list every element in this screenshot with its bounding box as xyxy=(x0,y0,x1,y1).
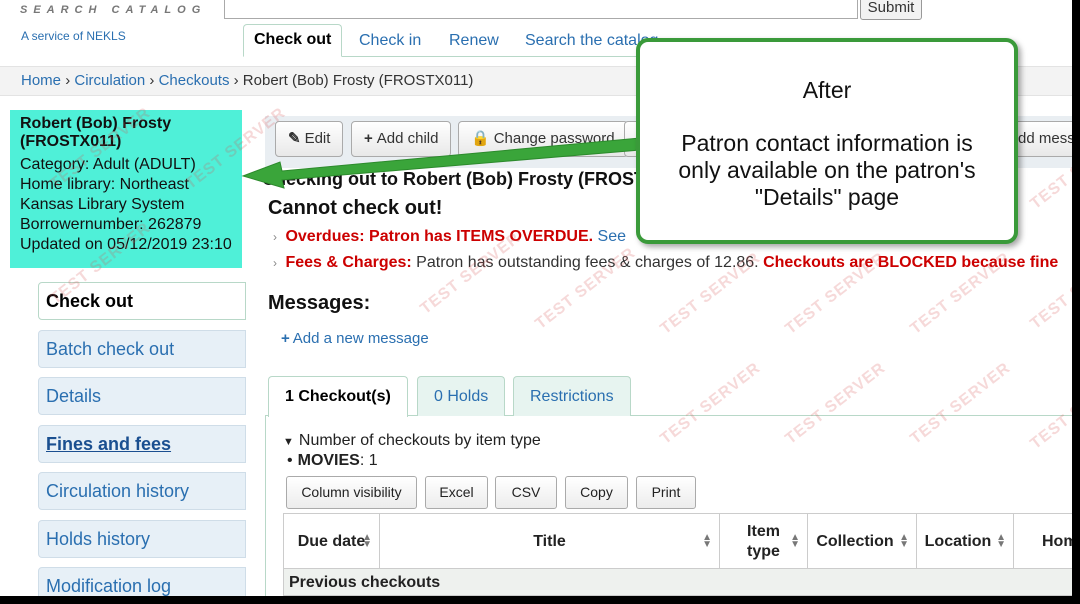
sidenav-check-out[interactable]: Check out xyxy=(38,282,246,320)
sort-icon: ▲ ▼ xyxy=(702,532,712,550)
itemtype-count-row: • MOVIES: 1 xyxy=(287,452,378,470)
add-new-message-link[interactable]: + Add a new message xyxy=(281,330,429,347)
patron-info-box: Robert (Bob) Frosty (FROSTX011) Category… xyxy=(10,110,242,268)
patron-sidenav: Check out Batch check out Details Fines … xyxy=(38,282,246,596)
sidenav-fines-and-fees[interactable]: Fines and fees xyxy=(38,424,246,463)
tab-checkouts[interactable]: 1 Checkout(s) xyxy=(268,376,408,417)
screen: SEARCH CATALOG A service of NEKLS Submit… xyxy=(0,0,1072,596)
header-location-label: Location xyxy=(924,532,992,550)
fees-label: Fees & Charges: xyxy=(285,254,412,271)
sidenav-details[interactable]: Details xyxy=(38,377,246,415)
fees-text: Patron has outstanding fees & charges of… xyxy=(416,254,759,271)
logo-subtitle: A service of NEKLS xyxy=(21,29,126,43)
triangle-down-icon: ▼ xyxy=(283,436,294,448)
pencil-icon: ✎ xyxy=(288,130,301,147)
header-title[interactable]: Title ▲ ▼ xyxy=(380,514,720,569)
sort-icon: ▲ ▼ xyxy=(362,532,372,550)
cannot-check-out-heading: Cannot check out! xyxy=(268,197,443,219)
excel-button[interactable]: Excel xyxy=(425,476,488,509)
breadcrumb-checkouts[interactable]: Checkouts xyxy=(159,72,230,89)
sidenav-circulation-history[interactable]: Circulation history xyxy=(38,472,246,510)
tab-holds[interactable]: 0 Holds xyxy=(417,376,506,416)
search-input[interactable] xyxy=(224,0,858,19)
header-item-type-label: Item type xyxy=(747,522,780,560)
caret-icon: › xyxy=(273,230,277,244)
lock-icon: 🔒 xyxy=(471,130,490,147)
header-title-label: Title xyxy=(533,532,566,550)
patron-borrowernumber: Borrowernumber: 262879 xyxy=(20,216,202,233)
sort-icon: ▲ ▼ xyxy=(790,532,800,550)
patron-category: Category: Adult (ADULT) xyxy=(20,156,196,173)
sidenav-batch-check-out[interactable]: Batch check out xyxy=(38,329,246,368)
sidenav-modification-log[interactable]: Modification log xyxy=(38,567,246,596)
change-password-button[interactable]: 🔒 Change password xyxy=(458,121,628,157)
add-new-message-label: Add a new message xyxy=(292,330,429,347)
patron-home-library: Home library: Northeast Kansas Library S… xyxy=(20,176,189,213)
previous-checkouts-row: Previous checkouts xyxy=(283,569,1072,596)
callout-text: Patron contact information is only avail… xyxy=(678,130,976,210)
submit-button[interactable]: Submit xyxy=(860,0,922,20)
breadcrumb-separator: › xyxy=(233,72,239,89)
caret-icon: › xyxy=(273,256,277,270)
overdues-alert: › Overdues: Patron has ITEMS OVERDUE. Se… xyxy=(273,228,626,246)
add-child-button[interactable]: + Add child xyxy=(351,121,452,157)
add-child-label: Add child xyxy=(376,130,439,147)
itemtype-name: MOVIES xyxy=(297,452,360,469)
tab-check-in[interactable]: Check in xyxy=(359,28,421,54)
tab-check-out[interactable]: Check out xyxy=(243,24,343,57)
itemtype-count: : 1 xyxy=(359,452,378,469)
column-visibility-button[interactable]: Column visibility xyxy=(286,476,417,509)
breadcrumb-separator: › xyxy=(149,72,155,89)
header-home[interactable]: Home xyxy=(1014,514,1072,569)
header-item-type[interactable]: Item type ▲ ▼ xyxy=(720,514,808,569)
breadcrumb-home[interactable]: Home xyxy=(21,72,61,89)
sort-icon: ▲ ▼ xyxy=(996,532,1006,550)
annotation-callout: After Patron contact information is only… xyxy=(636,38,1018,244)
checking-out-title: Checking out to Robert (Bob) Frosty (FRO… xyxy=(262,169,693,189)
header-collection-label: Collection xyxy=(816,532,894,550)
change-password-label: Change password xyxy=(493,130,615,147)
fees-blocked: Checkouts are BLOCKED because fine xyxy=(763,254,1059,271)
patron-updated: Updated on 05/12/2019 23:10 xyxy=(20,236,232,253)
header-home-label: Home xyxy=(1042,532,1072,550)
overdues-label: Overdues: Patron has ITEMS OVERDUE. xyxy=(285,228,594,245)
plus-icon: + xyxy=(281,330,290,347)
header-due-date-label: Due date xyxy=(297,532,366,550)
print-button[interactable]: Print xyxy=(636,476,696,509)
plus-icon: + xyxy=(364,130,373,147)
breadcrumb-current: Robert (Bob) Frosty (FROSTX011) xyxy=(242,72,474,89)
edit-label: Edit xyxy=(304,130,331,147)
edit-button[interactable]: ✎ Edit xyxy=(275,121,344,157)
copy-button[interactable]: Copy xyxy=(565,476,628,509)
bullet-icon: • xyxy=(287,452,293,469)
tab-renew[interactable]: Renew xyxy=(449,28,499,54)
breadcrumb-circulation[interactable]: Circulation xyxy=(74,72,145,89)
patron-name: Robert (Bob) Frosty (FROSTX011) xyxy=(20,115,172,150)
breadcrumb-separator: › xyxy=(65,72,71,89)
fees-alert: › Fees & Charges: Patron has outstanding… xyxy=(273,254,1058,272)
header-due-date[interactable]: Due date ▲ ▼ xyxy=(284,514,380,569)
itemtype-toggle[interactable]: ▼ Number of checkouts by item type xyxy=(283,432,541,450)
itemtype-toggle-label: Number of checkouts by item type xyxy=(298,432,541,449)
logo-title[interactable]: SEARCH CATALOG xyxy=(20,4,206,16)
sort-icon: ▲ ▼ xyxy=(899,532,909,550)
tab-restrictions[interactable]: Restrictions xyxy=(513,376,631,416)
header-location[interactable]: Location ▲ ▼ xyxy=(917,514,1014,569)
checkouts-table-header: Due date ▲ ▼ Title ▲ ▼ Item type ▲ ▼ Collectio… xyxy=(283,513,1072,569)
sidenav-holds-history[interactable]: Holds history xyxy=(38,519,246,558)
csv-button[interactable]: CSV xyxy=(495,476,557,509)
callout-title: After xyxy=(802,77,852,103)
overdues-see-link[interactable]: See xyxy=(598,228,626,245)
header-collection[interactable]: Collection ▲ ▼ xyxy=(808,514,917,569)
messages-heading: Messages: xyxy=(268,292,371,314)
